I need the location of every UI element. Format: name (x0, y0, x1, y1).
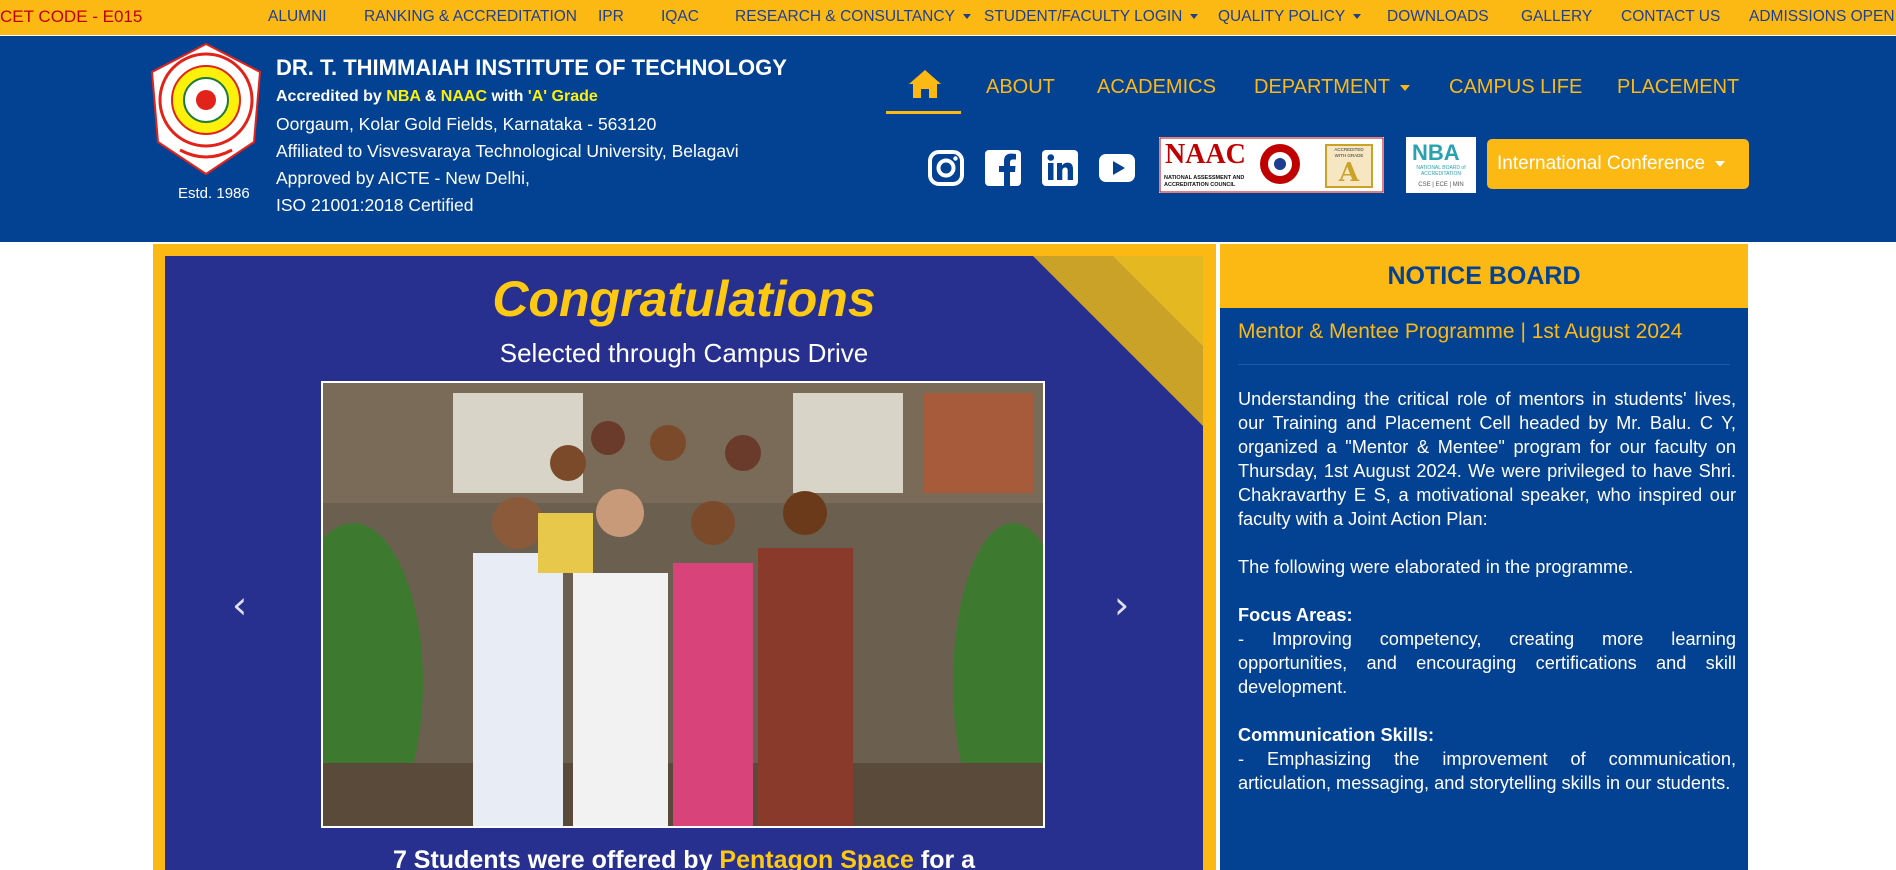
topnav-ranking-accreditation[interactable]: RANKING & ACCREDITATION (364, 8, 577, 26)
slide-caption-end: for a (913, 846, 976, 870)
slide-caption-start: 7 Students were offered by (392, 846, 720, 870)
slide-subheading: Selected through Campus Drive (499, 338, 869, 368)
notice-focus-heading: Focus Areas: (1238, 605, 1353, 625)
naac-logo-title: NAAC (1165, 139, 1246, 170)
affiliation-line: Affiliated to Visvesvaraya Technological… (276, 141, 739, 161)
nav-department[interactable]: DEPARTMENT (1254, 76, 1410, 99)
slide-caption: 7 Students were offered by Pentagon Spac… (165, 846, 1203, 870)
youtube-icon[interactable] (1098, 149, 1136, 187)
topnav-contact-us[interactable]: CONTACT US (1621, 8, 1720, 26)
accr-amp: & (420, 88, 441, 105)
nav-department-label: DEPARTMENT (1254, 76, 1390, 98)
chevron-down-icon (1353, 14, 1362, 20)
carousel-next-icon[interactable]: › (1114, 583, 1129, 627)
chevron-down-icon (962, 14, 971, 20)
nav-academics[interactable]: ACADEMICS (1097, 76, 1216, 99)
institute-name: DR. T. THIMMAIAH INSTITUTE OF TECHNOLOGY (276, 55, 787, 80)
svg-text:A: A (1338, 158, 1360, 188)
carousel-slide: Congratulations Selected through Campus … (165, 256, 1203, 870)
notice-item-text: Understanding the critical role of mento… (1238, 387, 1736, 819)
naac-logo[interactable]: A NAAC NATIONAL ASSESSMENT AND ACCREDITA… (1159, 137, 1384, 193)
topnav-alumni[interactable]: ALUMNI (268, 8, 327, 26)
nba-logo[interactable]: NBA NATIONAL BOARD of ACCREDITATION CSE … (1406, 137, 1476, 193)
international-conference-dropdown[interactable]: International Conference (1487, 139, 1749, 189)
group-photo (321, 381, 1045, 828)
chevron-down-icon (1399, 84, 1410, 91)
topnav-ipr[interactable]: IPR (598, 8, 624, 26)
topnav-student-faculty-login[interactable]: STUDENT/FACULTY LOGIN (984, 8, 1199, 26)
accr-grade: 'A' Grade (527, 88, 598, 105)
notice-divider (1238, 364, 1730, 365)
topnav-admissions-open[interactable]: ADMISSIONS OPEN (1749, 8, 1895, 26)
cet-code: CET CODE - E015 (0, 7, 143, 26)
approval-line: Approved by AICTE - New Delhi, (276, 168, 530, 188)
naac-grade-caption: ACCREDITED WITH GRADE (1334, 147, 1364, 158)
address-line: Oorgaum, Kolar Gold Fields, Karnataka - … (276, 114, 657, 134)
nba-logo-depts: CSE | ECE | MIN (1418, 182, 1464, 188)
slide-heading: Congratulations (492, 271, 876, 327)
chevron-down-icon (1190, 14, 1199, 20)
notice-comm-text: - Emphasizing the improvement of communi… (1238, 749, 1736, 793)
topnav-quality-policy[interactable]: QUALITY POLICY (1218, 8, 1362, 26)
conference-button-label: International Conference (1497, 153, 1706, 174)
notice-elaborated: The following were elaborated in the pro… (1238, 557, 1634, 577)
topnav-login-label: STUDENT/FACULTY LOGIN (984, 8, 1183, 25)
nav-about[interactable]: ABOUT (986, 76, 1055, 99)
nav-campus-life[interactable]: CAMPUS LIFE (1449, 76, 1582, 99)
topnav-quality-label: QUALITY POLICY (1218, 8, 1346, 25)
iso-line: ISO 21001:2018 Certified (276, 195, 474, 215)
established-year: Estd. 1986 (178, 185, 250, 202)
slide-caption-company: Pentagon Space (719, 846, 914, 870)
linkedin-icon[interactable] (1041, 149, 1079, 187)
accr-nba: NBA (386, 88, 421, 105)
nav-placement[interactable]: PLACEMENT (1617, 76, 1739, 99)
group-photo-image (323, 383, 1043, 826)
carousel-prev-icon[interactable]: ‹ (232, 583, 247, 627)
notice-item-title[interactable]: Mentor & Mentee Programme | 1st August 2… (1238, 320, 1730, 344)
facebook-icon[interactable] (984, 149, 1022, 187)
topnav-research-consultancy[interactable]: RESEARCH & CONSULTANCY (735, 8, 971, 26)
notice-board-body: Mentor & Mentee Programme | 1st August 2… (1220, 308, 1748, 870)
accr-prefix: Accredited by (276, 88, 387, 105)
topnav-iqac[interactable]: IQAC (661, 8, 699, 26)
accreditation-line: Accredited by NBA & NAAC with 'A' Grade (276, 88, 598, 106)
institute-logo[interactable] (150, 42, 262, 176)
notice-board-title: NOTICE BOARD (1220, 244, 1748, 308)
nba-logo-title: NBA (1412, 140, 1460, 165)
home-icon[interactable] (907, 68, 943, 100)
topnav-research-label: RESEARCH & CONSULTANCY (735, 8, 955, 25)
naac-logo-caption: NATIONAL ASSESSMENT AND ACCREDITATION CO… (1164, 175, 1245, 188)
topnav-gallery[interactable]: GALLERY (1521, 8, 1592, 26)
topnav-downloads[interactable]: DOWNLOADS (1387, 8, 1489, 26)
top-bar: CET CODE - E015 ALUMNI RANKING & ACCREDI… (0, 0, 1896, 35)
instagram-icon[interactable] (927, 149, 965, 187)
chevron-down-icon (1715, 160, 1726, 167)
notice-comm-heading: Communication Skills: (1238, 725, 1435, 745)
nba-logo-caption: NATIONAL BOARD of ACCREDITATION (1416, 165, 1466, 177)
accr-naac: NAAC (440, 88, 488, 105)
accr-with: with (487, 88, 528, 105)
home-active-underline (886, 111, 961, 114)
notice-intro: Understanding the critical role of mento… (1238, 389, 1736, 529)
notice-focus-text: - Improving competency, creating more le… (1238, 629, 1736, 697)
